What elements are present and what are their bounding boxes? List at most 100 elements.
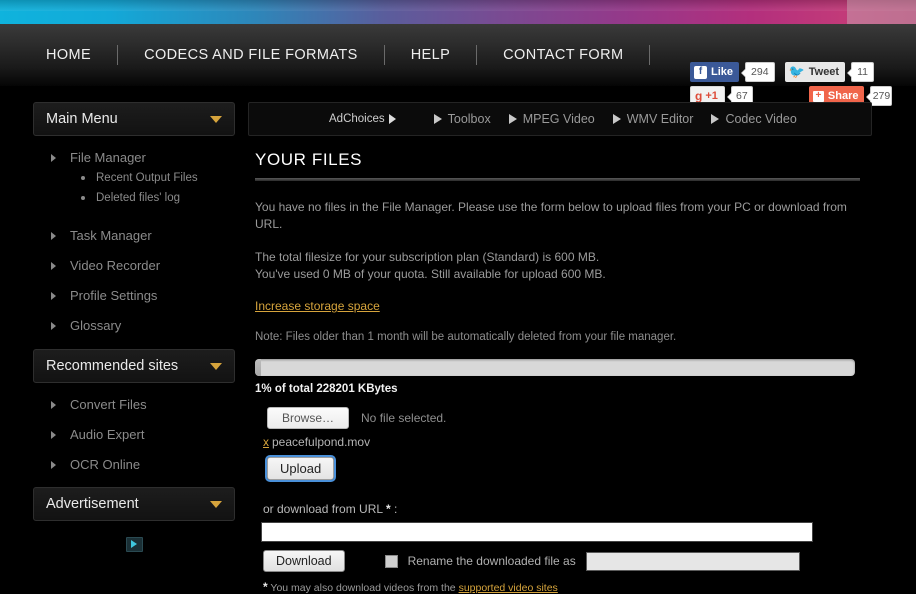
play-triangle-icon bbox=[509, 114, 517, 124]
adchoices-label-group[interactable]: AdChoices bbox=[329, 113, 396, 125]
sidebar-subitem-label[interactable]: Deleted files' log bbox=[96, 192, 180, 204]
sidebar-submenu-file-manager: Recent Output Files Deleted files' log bbox=[51, 172, 235, 204]
sidebar-item-label[interactable]: Task Manager bbox=[70, 228, 152, 243]
upload-progress-fill bbox=[255, 359, 261, 376]
sidebar-item-file-manager[interactable]: File Manager bbox=[51, 150, 235, 165]
sidebar-panel-advertisement-title: Advertisement bbox=[46, 496, 139, 512]
sidebar-item-profile-settings[interactable]: Profile Settings bbox=[51, 288, 235, 303]
chevron-down-icon[interactable] bbox=[210, 363, 222, 370]
sidebar-item-glossary[interactable]: Glossary bbox=[51, 318, 235, 333]
bullet-icon bbox=[81, 196, 85, 200]
sidebar-item-label[interactable]: Glossary bbox=[70, 318, 121, 333]
twitter-tweet-button[interactable]: 🐦 Tweet bbox=[785, 62, 846, 82]
play-triangle-icon bbox=[711, 114, 719, 124]
play-triangle-icon bbox=[613, 114, 621, 124]
sidebar-subitem-deleted-files-log[interactable]: Deleted files' log bbox=[81, 192, 235, 204]
footnote-asterisk: * bbox=[263, 580, 268, 594]
ad-links: Toolbox MPEG Video WMV Editor Codec Vide… bbox=[434, 112, 815, 126]
remove-file-link[interactable]: x bbox=[263, 435, 269, 449]
download-url-input[interactable] bbox=[261, 522, 813, 542]
chevron-down-icon[interactable] bbox=[210, 116, 222, 123]
quota-info: The total filesize for your subscription… bbox=[255, 249, 860, 283]
gradient-sheen bbox=[0, 0, 916, 11]
nav-item-home[interactable]: HOME bbox=[20, 24, 117, 86]
file-picker-row: Browse… No file selected. bbox=[267, 407, 875, 429]
no-file-selected-text: No file selected. bbox=[361, 411, 446, 425]
ad-link-toolbox[interactable]: Toolbox bbox=[434, 112, 491, 126]
ad-link-label: WMV Editor bbox=[627, 112, 694, 126]
ad-link-codec-video[interactable]: Codec Video bbox=[711, 112, 796, 126]
sidebar-panel-main-menu-title: Main Menu bbox=[46, 111, 118, 127]
label-colon: : bbox=[394, 502, 397, 516]
sidebar-panel-advertisement-header[interactable]: Advertisement bbox=[33, 487, 235, 521]
nav-separator bbox=[649, 45, 650, 65]
sidebar-panel-recommended-header[interactable]: Recommended sites bbox=[33, 349, 235, 383]
browse-button[interactable]: Browse… bbox=[267, 407, 349, 429]
arrow-right-icon bbox=[51, 262, 56, 270]
sidebar-panel-main-menu-header[interactable]: Main Menu bbox=[33, 102, 235, 136]
retention-note: Note: Files older than 1 month will be a… bbox=[255, 331, 875, 343]
ad-link-label: MPEG Video bbox=[523, 112, 595, 126]
main-content: YOUR FILES You have no files in the File… bbox=[255, 150, 875, 594]
intro-text: You have no files in the File Manager. P… bbox=[255, 199, 860, 233]
sidebar-subitem-recent-output-files[interactable]: Recent Output Files bbox=[81, 172, 235, 184]
arrow-right-icon bbox=[51, 292, 56, 300]
sidebar-item-ocr-online[interactable]: OCR Online bbox=[51, 457, 235, 472]
rename-label: Rename the downloaded file as bbox=[408, 554, 576, 568]
ad-link-mpeg-video[interactable]: MPEG Video bbox=[509, 112, 595, 126]
bullet-icon bbox=[81, 176, 85, 180]
twitter-tweet-count: 11 bbox=[851, 62, 874, 82]
sidebar-item-convert-files[interactable]: Convert Files bbox=[51, 397, 235, 412]
sidebar-item-label[interactable]: Video Recorder bbox=[70, 258, 160, 273]
nav-item-contact-form[interactable]: CONTACT FORM bbox=[477, 24, 649, 86]
sidebar-item-label[interactable]: Convert Files bbox=[70, 397, 147, 412]
arrow-right-icon bbox=[51, 232, 56, 240]
download-button[interactable]: Download bbox=[263, 550, 345, 572]
sidebar-item-label[interactable]: File Manager bbox=[70, 150, 146, 165]
increase-storage-link[interactable]: Increase storage space bbox=[255, 299, 380, 313]
nav-item-help[interactable]: HELP bbox=[385, 24, 476, 86]
sidebar-item-task-manager[interactable]: Task Manager bbox=[51, 228, 235, 243]
sidebar-item-label[interactable]: Profile Settings bbox=[70, 288, 157, 303]
sidebar-item-label[interactable]: OCR Online bbox=[70, 457, 140, 472]
spacer bbox=[51, 212, 235, 228]
title-divider bbox=[255, 178, 860, 181]
download-controls-row: Download Rename the downloaded file as bbox=[263, 550, 875, 572]
twitter-bird-icon: 🐦 bbox=[789, 62, 805, 82]
quota-line-2: You've used 0 MB of your quota. Still av… bbox=[255, 267, 606, 281]
sidebar-subitem-label[interactable]: Recent Output Files bbox=[96, 172, 198, 184]
ad-link-label: Toolbox bbox=[448, 112, 491, 126]
download-footnote: * You may also download videos from the … bbox=[263, 580, 875, 594]
nav-links: HOME CODECS AND FILE FORMATS HELP CONTAC… bbox=[20, 24, 650, 86]
facebook-like-button[interactable]: f Like bbox=[690, 62, 739, 82]
download-url-label: or download from URL * : bbox=[263, 502, 875, 516]
adchoices-triangle-icon bbox=[389, 114, 396, 124]
upload-button[interactable]: Upload bbox=[267, 457, 334, 480]
sidebar-item-video-recorder[interactable]: Video Recorder bbox=[51, 258, 235, 273]
sidebar-item-label[interactable]: Audio Expert bbox=[70, 427, 144, 442]
supported-video-sites-link[interactable]: supported video sites bbox=[459, 582, 558, 594]
sidebar-item-audio-expert[interactable]: Audio Expert bbox=[51, 427, 235, 442]
rename-checkbox[interactable] bbox=[385, 555, 398, 568]
facebook-icon: f bbox=[694, 66, 707, 79]
nav-item-codecs-and-file-formats[interactable]: CODECS AND FILE FORMATS bbox=[118, 24, 384, 86]
share-plus-icon: + bbox=[813, 91, 824, 102]
play-triangle-icon bbox=[434, 114, 442, 124]
ad-link-wmv-editor[interactable]: WMV Editor bbox=[613, 112, 694, 126]
sidebar-main-menu-list: File Manager Recent Output Files Deleted… bbox=[33, 136, 235, 333]
arrow-right-icon bbox=[51, 461, 56, 469]
selected-file-name: peacefulpond.mov bbox=[272, 435, 370, 449]
rename-input[interactable] bbox=[586, 552, 800, 571]
adchoices-icon[interactable] bbox=[126, 537, 143, 552]
page-title: YOUR FILES bbox=[255, 150, 875, 170]
chevron-down-icon[interactable] bbox=[210, 501, 222, 508]
arrow-right-icon bbox=[51, 401, 56, 409]
adchoices-label: AdChoices bbox=[329, 113, 385, 125]
upload-progress-bar bbox=[255, 359, 855, 376]
ad-link-label: Codec Video bbox=[725, 112, 796, 126]
arrow-right-icon bbox=[51, 431, 56, 439]
twitter-tweet-label: Tweet bbox=[809, 62, 839, 82]
quota-line-1: The total filesize for your subscription… bbox=[255, 250, 599, 264]
download-url-label-text: or download from URL bbox=[263, 502, 383, 516]
sidebar: Main Menu File Manager Recent Output Fil… bbox=[33, 102, 235, 557]
